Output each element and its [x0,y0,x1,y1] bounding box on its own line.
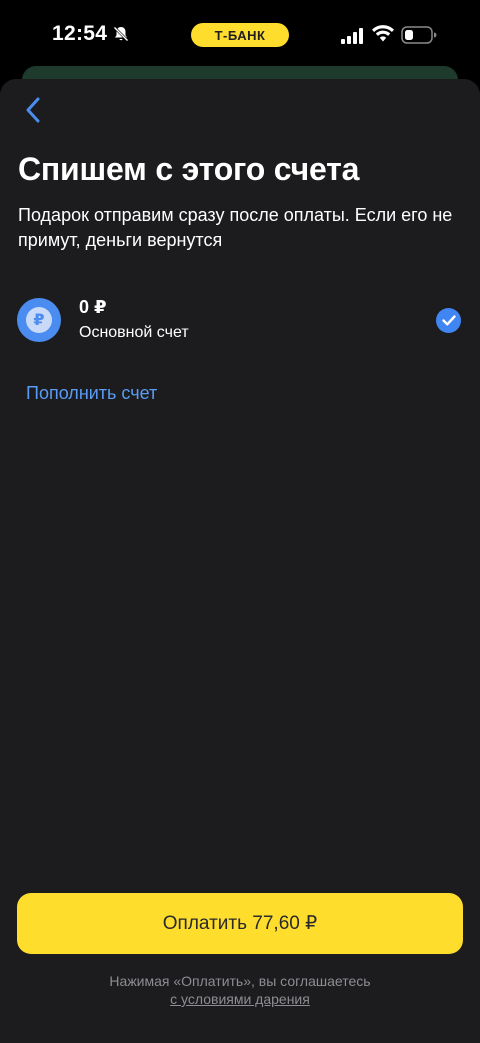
agreement-caption: Нажимая «Оплатить», вы соглашаетесь [109,973,371,989]
screen: 12:54 Т-БАНК Спишем с этого счета Подаро… [0,0,480,1043]
wifi-icon [372,25,394,42]
battery-icon [401,26,437,44]
bank-badge[interactable]: Т-БАНК [191,23,289,47]
page-subtitle: Подарок отправим сразу после оплаты. Есл… [18,205,453,250]
back-button[interactable] [20,95,46,125]
check-glyph-icon [441,315,456,326]
account-balance: 0 ₽ [79,297,107,317]
topup-account-link[interactable]: Пополнить счет [26,383,157,404]
checkmark-icon[interactable] [436,308,461,333]
status-time: 12:54 [52,22,108,45]
pay-button[interactable]: Оплатить 77,60 ₽ [17,893,463,954]
account-name: Основной счет [79,324,189,341]
bell-slash-icon [113,26,129,42]
page-title: Спишем с этого счета [18,151,360,187]
signal-icon [341,28,363,44]
gift-terms-link[interactable]: с условиями дарения [170,990,310,1008]
status-bar: 12:54 Т-БАНК [0,0,480,70]
chevron-left-icon [26,97,40,123]
agreement-text: Нажимая «Оплатить», вы соглашаетесь с ус… [0,972,480,1008]
payment-source-sheet: Спишем с этого счета Подарок отправим ср… [0,79,480,1043]
ruble-icon: ₽ [17,298,61,342]
account-option[interactable]: ₽ 0 ₽ Основной счет [0,287,480,353]
ruble-glyph: ₽ [26,307,52,333]
